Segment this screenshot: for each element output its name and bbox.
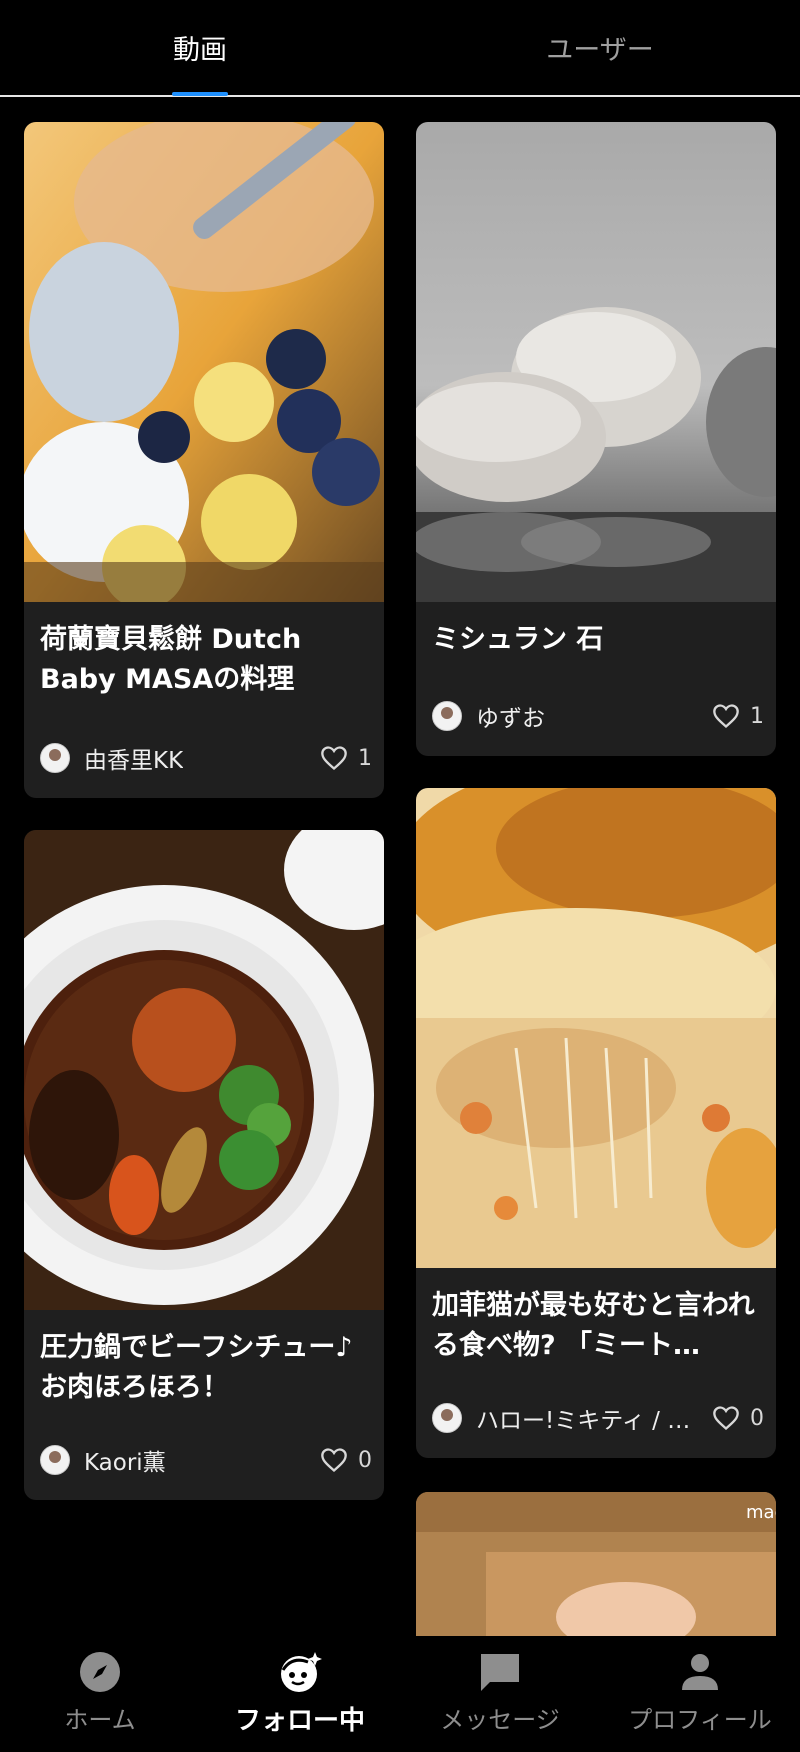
video-title: 圧力鍋でビーフシチュー♪お肉ほろほろ！ — [40, 1332, 353, 1403]
avatar[interactable] — [40, 1445, 70, 1475]
heart-icon — [321, 1448, 347, 1473]
active-tab-indicator — [172, 92, 228, 96]
avatar[interactable] — [432, 701, 462, 731]
tab-videos[interactable]: 動画 — [0, 0, 400, 95]
video-card[interactable]: ミシュラン 石 ゆずお 1 — [416, 122, 776, 756]
tab-users[interactable]: ユーザー — [400, 0, 800, 95]
video-card[interactable]: 荷蘭寶貝鬆餅 Dutch Baby MASAの料理 由香里KK 1 — [24, 122, 384, 798]
heart-icon — [713, 704, 739, 729]
nav-home-label: ホーム — [64, 1706, 136, 1734]
nav-following-label: フォロー中 — [234, 1706, 365, 1736]
video-thumbnail — [24, 122, 384, 602]
video-thumbnail — [416, 788, 776, 1268]
video-title: ミシュラン 石 — [432, 624, 604, 655]
nav-following[interactable]: フォロー中 — [200, 1636, 400, 1752]
video-meta: 由香里KK 1 — [40, 740, 372, 776]
person-icon — [682, 1654, 718, 1690]
avatar[interactable] — [40, 743, 70, 773]
nav-profile[interactable]: プロフィール — [600, 1636, 800, 1752]
nav-messages-label: メッセージ — [440, 1706, 560, 1734]
video-title: 加菲猫が最も好むと言われる食べ物? 「ミート… — [432, 1290, 755, 1361]
author-name[interactable]: ハロー!ミキティ / … — [476, 1401, 690, 1435]
like-count[interactable]: 0 — [320, 1447, 372, 1473]
watermark-text: mac — [746, 1502, 776, 1523]
author-name[interactable]: Kaori薫 — [84, 1443, 166, 1477]
like-count-value: 0 — [358, 1447, 372, 1473]
video-meta: ゆずお 1 — [432, 698, 764, 734]
video-card[interactable]: 加菲猫が最も好むと言われる食べ物? 「ミート… ハロー!ミキティ / … 0 — [416, 788, 776, 1458]
like-count-value: 1 — [358, 745, 372, 771]
video-thumbnail — [24, 830, 384, 1310]
video-thumbnail — [416, 122, 776, 602]
nav-messages[interactable]: メッセージ — [400, 1636, 600, 1752]
like-count-value: 0 — [750, 1405, 764, 1431]
heart-icon — [713, 1406, 739, 1431]
chat-bubble-icon — [481, 1654, 519, 1691]
bottom-navigation: ホーム フォロー中 メッセージ プロフィール — [0, 1636, 800, 1752]
video-meta: ハロー!ミキティ / … 0 — [432, 1400, 764, 1436]
like-count[interactable]: 0 — [712, 1405, 764, 1431]
compass-icon — [80, 1652, 120, 1692]
top-tab-bar: 動画 ユーザー — [0, 0, 800, 97]
author-name[interactable]: 由香里KK — [84, 741, 183, 775]
like-count[interactable]: 1 — [712, 703, 764, 729]
nav-profile-label: プロフィール — [628, 1706, 772, 1734]
video-card[interactable]: mac — [416, 1492, 776, 1636]
video-card[interactable]: 圧力鍋でビーフシチュー♪お肉ほろほろ！ Kaori薫 0 — [24, 830, 384, 1500]
avatar[interactable] — [432, 1403, 462, 1433]
video-title: 荷蘭寶貝鬆餅 Dutch Baby MASAの料理 — [40, 624, 302, 695]
author-name[interactable]: ゆずお — [476, 699, 545, 733]
nav-home[interactable]: ホーム — [0, 1636, 200, 1752]
video-thumbnail: mac — [416, 1492, 776, 1636]
like-count-value: 1 — [750, 703, 764, 729]
heart-icon — [321, 746, 347, 771]
video-meta: Kaori薫 0 — [40, 1442, 372, 1478]
face-sparkle-icon — [281, 1652, 322, 1692]
like-count[interactable]: 1 — [320, 745, 372, 771]
